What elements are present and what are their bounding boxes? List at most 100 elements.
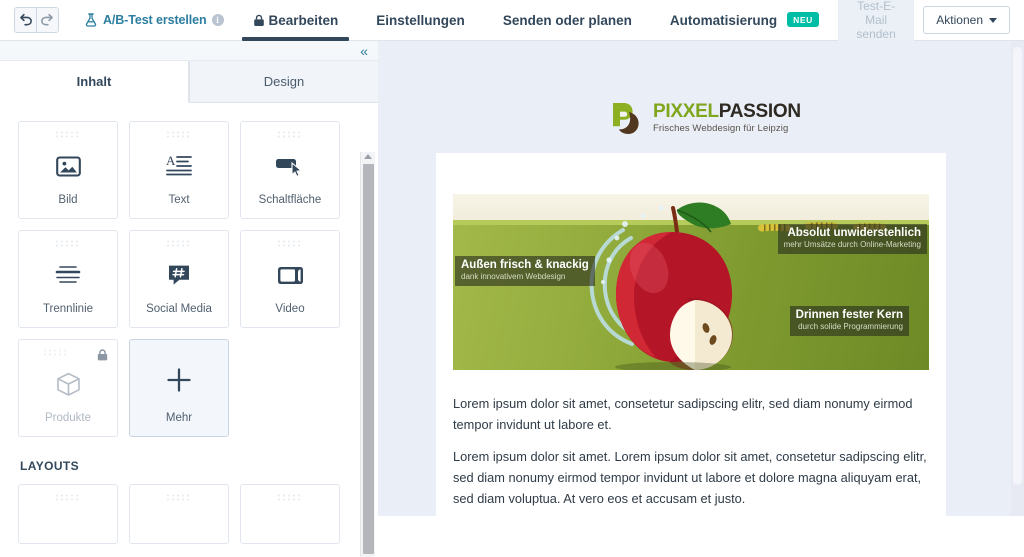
content-sidebar: « Inhalt Design Bild A Text Schaltfläche… xyxy=(0,41,378,557)
divider-icon xyxy=(19,247,117,303)
lock-icon xyxy=(253,14,264,26)
email-paragraph-1-text: Lorem ipsum dolor sit amet, consetetur s… xyxy=(453,396,913,434)
hashtag-bubble-icon xyxy=(130,247,228,303)
primary-nav-tabs: Bearbeiten Einstellungen Senden oder pla… xyxy=(234,0,838,41)
tab-design-label: Design xyxy=(263,74,305,89)
chevron-double-left-icon[interactable]: « xyxy=(360,44,368,58)
logo-tagline: Frisches Webdesign für Leipzig xyxy=(653,123,789,135)
block-card-social-media-label: Social Media xyxy=(146,303,212,315)
layout-card[interactable] xyxy=(129,484,229,544)
block-card-schaltflaeche-label: Schaltfläche xyxy=(258,194,322,206)
drag-grip-icon[interactable] xyxy=(55,131,81,138)
tab-senden-oder-planen[interactable]: Senden oder planen xyxy=(484,0,651,41)
banner-caption-bottom-right-title: Drinnen fester Kern xyxy=(795,309,903,321)
undo-button[interactable] xyxy=(15,8,37,32)
layout-card-grid xyxy=(18,484,346,544)
sidebar-scroll-area: Bild A Text Schaltfläche Trennlinie Soci… xyxy=(0,103,360,557)
flask-icon xyxy=(85,13,97,27)
layout-card[interactable] xyxy=(240,484,340,544)
block-card-text[interactable]: A Text xyxy=(129,121,229,219)
block-card-text-label: Text xyxy=(168,194,190,206)
sidebar-collapse-row: « xyxy=(0,41,378,61)
banner-caption-top-right-title: Absolut unwiderstehlich xyxy=(787,227,921,239)
block-card-video-label: Video xyxy=(275,303,305,315)
drag-grip-icon[interactable] xyxy=(55,240,81,247)
banner-caption-bottom-right-sub: durch solide Programmierung xyxy=(798,322,903,332)
tab-einstellungen-label: Einstellungen xyxy=(376,12,465,28)
banner-caption-left-title: Außen frisch & knackig xyxy=(461,259,589,271)
banner-caption-left: Außen frisch & knackig dank innovativem … xyxy=(455,256,595,286)
drag-grip-icon[interactable] xyxy=(166,131,192,138)
block-card-trennlinie-label: Trennlinie xyxy=(42,303,94,315)
tab-bearbeiten[interactable]: Bearbeiten xyxy=(234,0,358,41)
video-icon xyxy=(241,247,339,303)
drag-grip-icon[interactable] xyxy=(277,494,303,501)
image-icon xyxy=(19,138,117,194)
leaf-logo-icon xyxy=(613,103,639,134)
block-card-produkte-label: Produkte xyxy=(44,412,92,424)
sidebar-scrollbar-thumb[interactable] xyxy=(363,164,374,554)
banner-caption-top-right: Absolut unwiderstehlich mehr Umsätze dur… xyxy=(777,224,927,254)
drag-grip-icon[interactable] xyxy=(277,131,303,138)
block-card-video[interactable]: Video xyxy=(240,230,340,328)
email-logo: PIXXELPASSION Frisches Webdesign für Lei… xyxy=(610,99,801,137)
canvas-scrollbar[interactable] xyxy=(1011,41,1024,516)
layouts-section-title: LAYOUTS xyxy=(20,459,80,473)
block-card-produkte: Produkte xyxy=(18,339,118,437)
top-toolbar: A/B-Test erstellen i Bearbeiten Einstell… xyxy=(0,0,1024,48)
svg-text:A: A xyxy=(166,154,176,168)
drag-grip-icon[interactable] xyxy=(277,240,303,247)
layout-card[interactable] xyxy=(18,484,118,544)
canvas-scrollbar-thumb[interactable] xyxy=(1013,47,1022,485)
new-badge: NEU xyxy=(787,11,819,27)
banner-caption-left-sub: dank innovativem Webdesign xyxy=(461,272,566,282)
email-paragraph-2[interactable]: Lorem ipsum dolor sit amet. Lorem ipsum … xyxy=(453,446,931,509)
tab-inhalt-label: Inhalt xyxy=(76,74,112,89)
email-banner-image[interactable]: Außen frisch & knackig dank innovativem … xyxy=(453,194,929,370)
tab-inhalt[interactable]: Inhalt xyxy=(0,61,189,103)
drag-grip-icon[interactable] xyxy=(166,494,192,501)
redo-button[interactable] xyxy=(36,8,58,32)
block-card-trennlinie[interactable]: Trennlinie xyxy=(18,230,118,328)
scroll-up-arrow-icon[interactable] xyxy=(364,154,372,159)
banner-caption-bottom-right: Drinnen fester Kern durch solide Program… xyxy=(789,306,909,336)
drag-grip-icon xyxy=(44,349,66,356)
drag-grip-icon[interactable] xyxy=(55,494,81,501)
create-ab-test-button[interactable]: A/B-Test erstellen i xyxy=(85,13,224,27)
block-card-bild-label: Bild xyxy=(58,194,78,206)
tab-automatisierung-label: Automatisierung xyxy=(669,12,778,28)
block-card-bild[interactable]: Bild xyxy=(18,121,118,219)
email-logo-text: PIXXELPASSION Frisches Webdesign für Lei… xyxy=(653,102,801,134)
tab-senden-oder-planen-label: Senden oder planen xyxy=(502,12,632,28)
text-icon: A xyxy=(130,138,228,194)
content-block-grid: Bild A Text Schaltfläche Trennlinie Soci… xyxy=(18,121,346,437)
email-paragraph-2-text: Lorem ipsum dolor sit amet. Lorem ipsum … xyxy=(453,449,927,508)
caret-down-icon xyxy=(989,17,997,23)
block-card-social-media[interactable]: Social Media xyxy=(129,230,229,328)
block-card-mehr[interactable]: Mehr xyxy=(129,339,229,437)
email-paragraph-1[interactable]: Lorem ipsum dolor sit amet, consetetur s… xyxy=(453,393,931,435)
logo-name-part1: PIXXEL xyxy=(653,101,719,123)
plus-icon xyxy=(130,340,228,412)
block-card-mehr-label: Mehr xyxy=(165,412,193,424)
tab-einstellungen[interactable]: Einstellungen xyxy=(357,0,484,41)
lock-icon xyxy=(97,348,108,366)
sidebar-tabs: Inhalt Design xyxy=(0,61,378,103)
ab-test-info-icon[interactable]: i xyxy=(211,14,224,26)
email-preview-canvas: PIXXELPASSION Frisches Webdesign für Lei… xyxy=(378,41,1024,516)
drag-grip-icon[interactable] xyxy=(166,240,192,247)
history-button-group xyxy=(14,7,59,33)
actions-dropdown-button[interactable]: Aktionen xyxy=(923,6,1010,34)
tab-design[interactable]: Design xyxy=(189,61,378,103)
apple-splash-illustration xyxy=(589,202,733,370)
actions-dropdown-label: Aktionen xyxy=(936,13,983,27)
sidebar-scrollbar[interactable] xyxy=(360,152,375,557)
logo-name-part2: PASSION xyxy=(718,101,801,123)
block-card-schaltflaeche[interactable]: Schaltfläche xyxy=(240,121,340,219)
button-cursor-icon xyxy=(241,138,339,194)
email-body: Außen frisch & knackig dank innovativem … xyxy=(436,153,946,516)
undo-arrow-icon xyxy=(20,13,33,26)
banner-caption-top-right-sub: mehr Umsätze durch Online-Marketing xyxy=(783,240,921,250)
tab-automatisierung[interactable]: Automatisierung NEU xyxy=(651,0,838,41)
tab-bearbeiten-label: Bearbeiten xyxy=(268,12,339,28)
